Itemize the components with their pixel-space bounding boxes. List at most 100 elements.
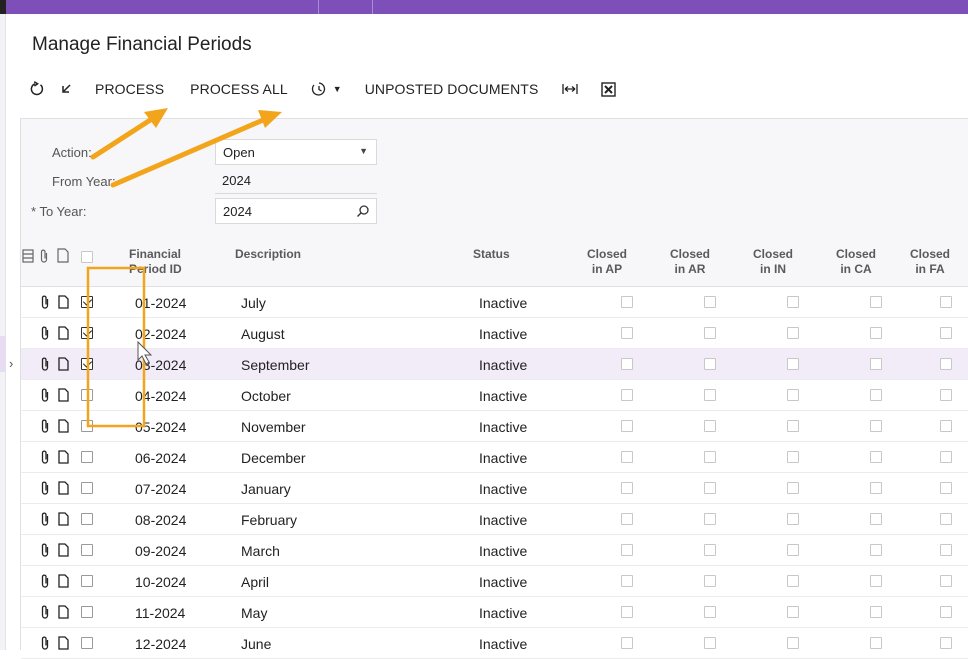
select-all-checkbox[interactable] bbox=[81, 251, 93, 263]
status-cell[interactable]: Inactive bbox=[479, 326, 527, 342]
period-id-cell[interactable]: 07-2024 bbox=[135, 481, 186, 497]
description-cell[interactable]: October bbox=[241, 388, 291, 404]
closed-checkbox[interactable] bbox=[787, 606, 799, 618]
description-cell[interactable]: May bbox=[241, 605, 267, 621]
closed-checkbox[interactable] bbox=[870, 451, 882, 463]
closed-checkbox[interactable] bbox=[870, 637, 882, 649]
closed-checkbox[interactable] bbox=[787, 575, 799, 587]
period-id-cell[interactable]: 08-2024 bbox=[135, 512, 186, 528]
undo-icon[interactable] bbox=[52, 76, 82, 102]
note-icon[interactable] bbox=[58, 636, 69, 650]
closed-checkbox[interactable] bbox=[787, 327, 799, 339]
closed-checkbox[interactable] bbox=[621, 544, 633, 556]
status-cell[interactable]: Inactive bbox=[479, 450, 527, 466]
closed-checkbox[interactable] bbox=[787, 544, 799, 556]
table-row[interactable]: 11-2024 May Inactive bbox=[21, 597, 968, 628]
closed-checkbox[interactable] bbox=[704, 358, 716, 370]
closed-checkbox[interactable] bbox=[704, 482, 716, 494]
closed-checkbox[interactable] bbox=[621, 327, 633, 339]
closed-checkbox[interactable] bbox=[787, 296, 799, 308]
note-icon[interactable] bbox=[58, 574, 69, 588]
closed-checkbox[interactable] bbox=[621, 389, 633, 401]
status-cell[interactable]: Inactive bbox=[479, 481, 527, 497]
closed-checkbox[interactable] bbox=[940, 606, 952, 618]
period-id-cell[interactable]: 10-2024 bbox=[135, 574, 186, 590]
col-header-period-id[interactable]: Financial Period ID bbox=[129, 247, 182, 277]
closed-checkbox[interactable] bbox=[940, 451, 952, 463]
note-icon[interactable] bbox=[58, 481, 69, 495]
closed-checkbox[interactable] bbox=[870, 296, 882, 308]
period-id-cell[interactable]: 09-2024 bbox=[135, 543, 186, 559]
attachment-icon[interactable] bbox=[40, 356, 50, 372]
attachment-icon[interactable] bbox=[40, 635, 50, 651]
table-row[interactable]: 04-2024 October Inactive bbox=[21, 380, 968, 411]
export-excel-icon[interactable] bbox=[593, 76, 623, 102]
attachment-icon[interactable] bbox=[40, 480, 50, 496]
closed-checkbox[interactable] bbox=[704, 420, 716, 432]
closed-checkbox[interactable] bbox=[787, 637, 799, 649]
note-icon[interactable] bbox=[58, 388, 69, 402]
table-row[interactable]: 12-2024 June Inactive bbox=[21, 628, 968, 659]
closed-checkbox[interactable] bbox=[621, 606, 633, 618]
attachment-icon[interactable] bbox=[40, 604, 50, 620]
period-id-cell[interactable]: 03-2024 bbox=[135, 357, 186, 373]
period-id-cell[interactable]: 05-2024 bbox=[135, 419, 186, 435]
closed-checkbox[interactable] bbox=[870, 358, 882, 370]
status-cell[interactable]: Inactive bbox=[479, 295, 527, 311]
closed-checkbox[interactable] bbox=[787, 389, 799, 401]
note-icon[interactable] bbox=[58, 419, 69, 433]
status-cell[interactable]: Inactive bbox=[479, 512, 527, 528]
row-select-checkbox[interactable] bbox=[81, 358, 93, 370]
table-row[interactable]: 09-2024 March Inactive bbox=[21, 535, 968, 566]
col-header-status[interactable]: Status bbox=[473, 247, 510, 262]
table-row[interactable]: 10-2024 April Inactive bbox=[21, 566, 968, 597]
closed-checkbox[interactable] bbox=[940, 637, 952, 649]
table-row[interactable]: 02-2024 August Inactive bbox=[21, 318, 968, 349]
period-id-cell[interactable]: 04-2024 bbox=[135, 388, 186, 404]
closed-checkbox[interactable] bbox=[621, 296, 633, 308]
note-icon[interactable] bbox=[58, 326, 69, 340]
col-header-closed-ap[interactable]: Closed in AP bbox=[577, 247, 637, 277]
row-select-checkbox[interactable] bbox=[81, 327, 93, 339]
closed-checkbox[interactable] bbox=[704, 451, 716, 463]
note-icon[interactable] bbox=[58, 605, 69, 619]
note-icon[interactable] bbox=[58, 357, 69, 371]
closed-checkbox[interactable] bbox=[704, 327, 716, 339]
description-cell[interactable]: February bbox=[241, 512, 297, 528]
period-id-cell[interactable]: 11-2024 bbox=[135, 605, 185, 621]
attachment-icon[interactable] bbox=[40, 325, 50, 341]
closed-checkbox[interactable] bbox=[940, 513, 952, 525]
description-cell[interactable]: December bbox=[241, 450, 306, 466]
description-cell[interactable]: September bbox=[241, 357, 309, 373]
status-cell[interactable]: Inactive bbox=[479, 419, 527, 435]
note-icon[interactable] bbox=[58, 295, 69, 309]
closed-checkbox[interactable] bbox=[940, 358, 952, 370]
row-select-checkbox[interactable] bbox=[81, 451, 93, 463]
period-id-cell[interactable]: 01-2024 bbox=[135, 295, 186, 311]
closed-checkbox[interactable] bbox=[704, 389, 716, 401]
period-id-cell[interactable]: 06-2024 bbox=[135, 450, 186, 466]
closed-checkbox[interactable] bbox=[870, 606, 882, 618]
closed-checkbox[interactable] bbox=[704, 544, 716, 556]
attachment-icon[interactable] bbox=[40, 449, 50, 465]
closed-checkbox[interactable] bbox=[870, 482, 882, 494]
row-select-checkbox[interactable] bbox=[81, 296, 93, 308]
table-row[interactable]: 06-2024 December Inactive bbox=[21, 442, 968, 473]
table-row[interactable]: 05-2024 November Inactive bbox=[21, 411, 968, 442]
closed-checkbox[interactable] bbox=[704, 637, 716, 649]
refresh-icon[interactable] bbox=[22, 76, 52, 102]
closed-checkbox[interactable] bbox=[870, 420, 882, 432]
note-icon[interactable] bbox=[58, 543, 69, 557]
table-row[interactable]: 07-2024 January Inactive bbox=[21, 473, 968, 504]
row-select-checkbox[interactable] bbox=[81, 513, 93, 525]
closed-checkbox[interactable] bbox=[870, 575, 882, 587]
col-header-closed-fa[interactable]: Closed in FA bbox=[905, 247, 955, 277]
status-cell[interactable]: Inactive bbox=[479, 543, 527, 559]
closed-checkbox[interactable] bbox=[940, 327, 952, 339]
table-row[interactable]: › 03-2024 September Inactive bbox=[9, 349, 968, 380]
closed-checkbox[interactable] bbox=[704, 513, 716, 525]
period-id-cell[interactable]: 02-2024 bbox=[135, 326, 186, 342]
closed-checkbox[interactable] bbox=[621, 637, 633, 649]
table-row[interactable]: 08-2024 February Inactive bbox=[21, 504, 968, 535]
closed-checkbox[interactable] bbox=[621, 451, 633, 463]
